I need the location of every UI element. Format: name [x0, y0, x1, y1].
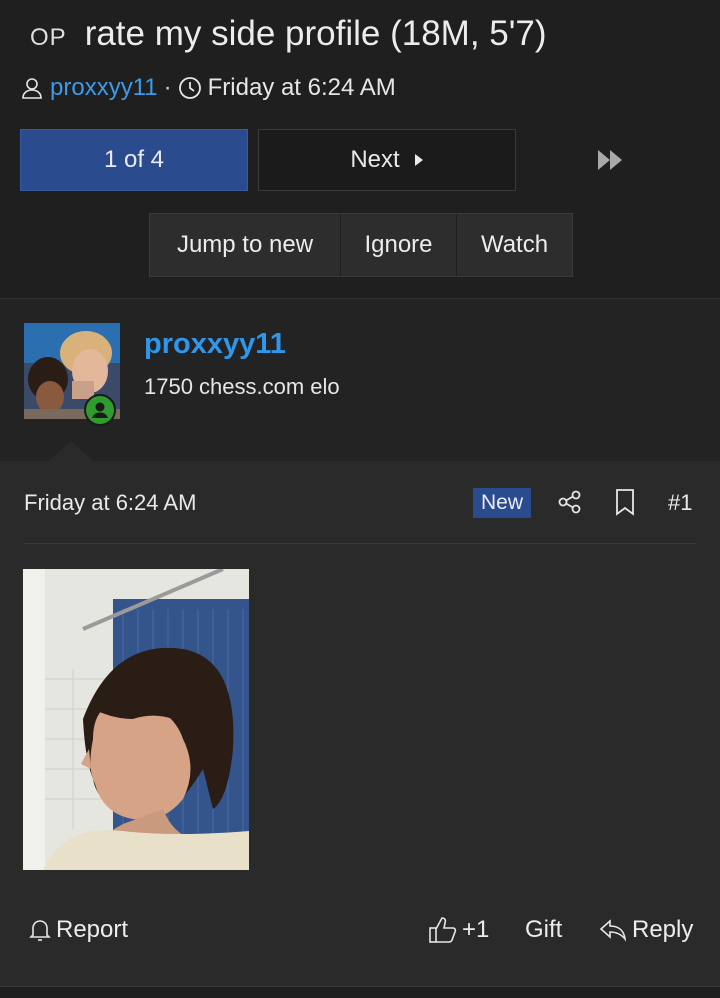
title-row: OP rate my side profile (18M, 5'7): [30, 14, 547, 54]
watch-button[interactable]: Watch: [457, 214, 572, 276]
new-badge: New: [473, 488, 532, 518]
jump-to-new-button[interactable]: Jump to new: [150, 214, 341, 276]
reply-label: Reply: [632, 916, 694, 943]
user-icon: [20, 76, 44, 100]
report-label: Report: [56, 916, 129, 943]
post-number-link[interactable]: #1: [668, 490, 692, 516]
thread-action-buttons: Jump to new Ignore Watch: [149, 213, 573, 277]
ignore-button[interactable]: Ignore: [341, 214, 457, 276]
post-divider: [24, 543, 696, 544]
like-count: +1: [462, 916, 490, 943]
post-actions: Report +1 Gift Reply: [0, 916, 720, 956]
next-label: Next: [350, 146, 400, 173]
thread-meta: proxxyy11 · Friday at 6:24 AM: [20, 74, 396, 102]
post-date[interactable]: Friday at 6:24 AM: [24, 490, 196, 516]
online-status-icon: [84, 394, 116, 426]
reply-icon: [598, 917, 632, 943]
page-current-button[interactable]: 1 of 4: [20, 129, 248, 191]
message-pointer: [49, 441, 93, 461]
thread-title: rate my side profile (18M, 5'7): [84, 14, 547, 53]
bell-icon: [28, 917, 56, 943]
thumbs-up-icon: [428, 916, 462, 944]
page-next-button[interactable]: Next: [258, 129, 516, 191]
clock-icon: [178, 76, 202, 100]
meta-separator: ·: [163, 74, 172, 101]
op-badge: OP: [30, 24, 67, 51]
gift-button[interactable]: Gift: [525, 916, 562, 944]
caret-right-icon: [414, 146, 424, 174]
bookmark-icon[interactable]: [613, 488, 637, 521]
post-body: Friday at 6:24 AM New #1 Report +1 Gift …: [0, 461, 720, 986]
thread-author-link[interactable]: proxxyy11: [50, 74, 158, 102]
post-user-block: proxxyy11 1750 chess.com elo: [0, 299, 720, 461]
share-icon[interactable]: [557, 489, 583, 520]
like-button[interactable]: +1: [428, 916, 489, 944]
user-title: 1750 chess.com elo: [144, 374, 340, 399]
reply-button[interactable]: Reply: [598, 916, 693, 944]
post-image[interactable]: [23, 569, 249, 870]
fast-forward-icon[interactable]: [596, 146, 628, 174]
post-username[interactable]: proxxyy11: [144, 328, 286, 361]
thread-date[interactable]: Friday at 6:24 AM: [208, 74, 396, 102]
report-button[interactable]: Report: [28, 916, 128, 944]
bottom-divider: [0, 986, 720, 998]
thread-header: OP rate my side profile (18M, 5'7) proxx…: [0, 0, 720, 298]
